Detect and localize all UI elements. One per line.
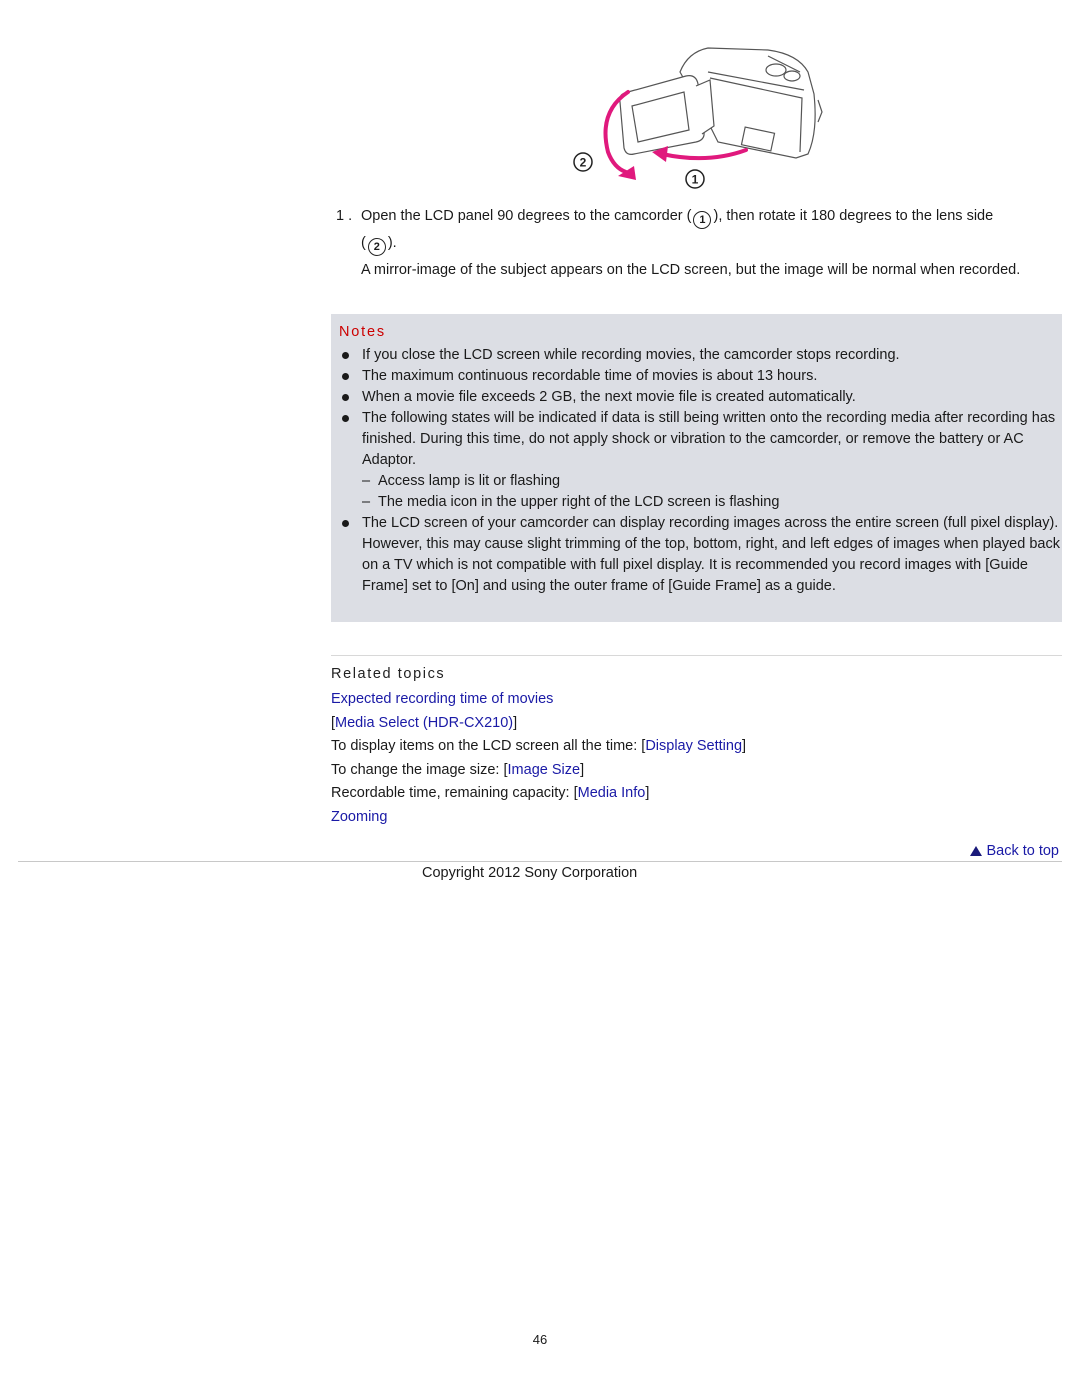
related-topics-title: Related topics <box>331 666 446 682</box>
note-sublist: – Access lamp is lit or flashing – The med… <box>362 471 1060 513</box>
callout-1-label: 1 <box>692 173 699 187</box>
note-subitem-text: The media icon in the upper right of the… <box>378 494 780 510</box>
link-display-setting[interactable]: Display Setting <box>645 738 742 754</box>
step-text-middle: ), then rotate it 180 degrees to the len… <box>713 208 994 224</box>
note-item: The maximum continuous recordable time o… <box>339 366 1062 387</box>
camcorder-illustration-svg: 2 1 <box>573 47 823 189</box>
note-item: The following states will be indicated i… <box>339 408 1062 513</box>
step-body: Open the LCD panel 90 degrees to the cam… <box>361 206 1066 281</box>
row-prefix: To display items on the LCD screen all t… <box>331 738 642 754</box>
callout-1: 1 <box>685 169 705 189</box>
row-prefix: To change the image size: <box>331 761 504 778</box>
divider <box>331 655 1062 656</box>
bracket-close: ] <box>742 738 747 754</box>
row-prefix: Recordable time, remaining capacity: <box>331 785 574 801</box>
step-description: A mirror-image of the subject appears on… <box>361 262 1021 278</box>
circled-number-2-icon: 2 <box>367 238 386 256</box>
step-instruction-cont: (2). <box>361 233 1066 256</box>
notes-box: Notes If you close the LCD screen while … <box>331 314 1062 622</box>
related-topic-row: Recordable time, remaining capacity: [Me… <box>331 782 1062 806</box>
link-media-info[interactable]: Media Info <box>578 785 646 801</box>
bullet-icon <box>342 373 349 380</box>
dash-icon: – <box>362 473 371 489</box>
bracket-close: ] <box>580 761 585 778</box>
bullet-icon <box>342 352 349 359</box>
bullet-icon <box>342 415 349 422</box>
callout-2: 2 <box>573 152 593 172</box>
back-to-top-link[interactable]: Back to top <box>970 841 1059 861</box>
link-expected-recording-time[interactable]: Expected recording time of movies <box>331 691 553 707</box>
note-subitem: – Access lamp is lit or flashing <box>362 471 1060 492</box>
lcd-panel <box>619 75 715 155</box>
bracket-close: ] <box>513 714 518 731</box>
note-subitem-text: Access lamp is lit or flashing <box>378 473 561 489</box>
triangle-up-icon <box>970 846 983 856</box>
related-topic-row: [Media Select (HDR-CX210)] <box>331 712 1062 736</box>
dash-icon: – <box>362 494 371 510</box>
notes-title: Notes <box>339 324 386 340</box>
note-text: If you close the LCD screen while record… <box>362 347 900 363</box>
page-number: 46 <box>532 1332 548 1347</box>
notes-list: If you close the LCD screen while record… <box>339 345 1062 597</box>
bracket-close: ] <box>645 785 650 801</box>
note-text: The following states will be indicated i… <box>362 410 1056 468</box>
paren-close: ). <box>387 235 397 251</box>
callout-2-label: 2 <box>580 156 587 170</box>
note-item: When a movie file exceeds 2 GB, the next… <box>339 387 1062 408</box>
note-subitem: – The media icon in the upper right of th… <box>362 492 1060 513</box>
related-topics: Related topics Expected recording time o… <box>331 664 1062 829</box>
step-text-before: Open the LCD panel 90 degrees to the cam… <box>361 208 692 224</box>
circled-number-1-icon: 1 <box>693 211 712 229</box>
note-item: The LCD screen of your camcorder can dis… <box>339 513 1062 597</box>
note-text: The maximum continuous recordable time o… <box>362 368 818 384</box>
link-image-size[interactable]: Image Size <box>508 762 581 778</box>
note-item: If you close the LCD screen while record… <box>339 345 1062 366</box>
step-number: 1 . <box>336 208 353 224</box>
note-text: The LCD screen of your camcorder can dis… <box>362 515 1060 594</box>
related-topic-row: To display items on the LCD screen all t… <box>331 735 1062 759</box>
link-zooming[interactable]: Zooming <box>331 809 387 825</box>
procedure-step: 1 . Open the LCD panel 90 degrees to the… <box>336 206 1066 281</box>
step-instruction: Open the LCD panel 90 degrees to the cam… <box>361 206 1066 229</box>
bullet-icon <box>342 394 349 401</box>
footer-divider <box>18 861 1062 862</box>
copyright: Copyright 2012 Sony Corporation <box>422 865 638 881</box>
related-topic-row: To change the image size: [Image Size] <box>331 759 1062 783</box>
bullet-icon <box>342 520 349 527</box>
camcorder-lcd-illustration: 2 1 <box>568 42 824 192</box>
related-topic-row: Expected recording time of movies <box>331 688 1062 712</box>
note-text: When a movie file exceeds 2 GB, the next… <box>362 389 856 405</box>
related-topic-row: Zooming <box>331 806 1062 830</box>
link-media-select[interactable]: Media Select (HDR-CX210) <box>335 715 513 731</box>
paren-open: ( <box>361 235 366 251</box>
back-to-top-label: Back to top <box>986 843 1059 859</box>
